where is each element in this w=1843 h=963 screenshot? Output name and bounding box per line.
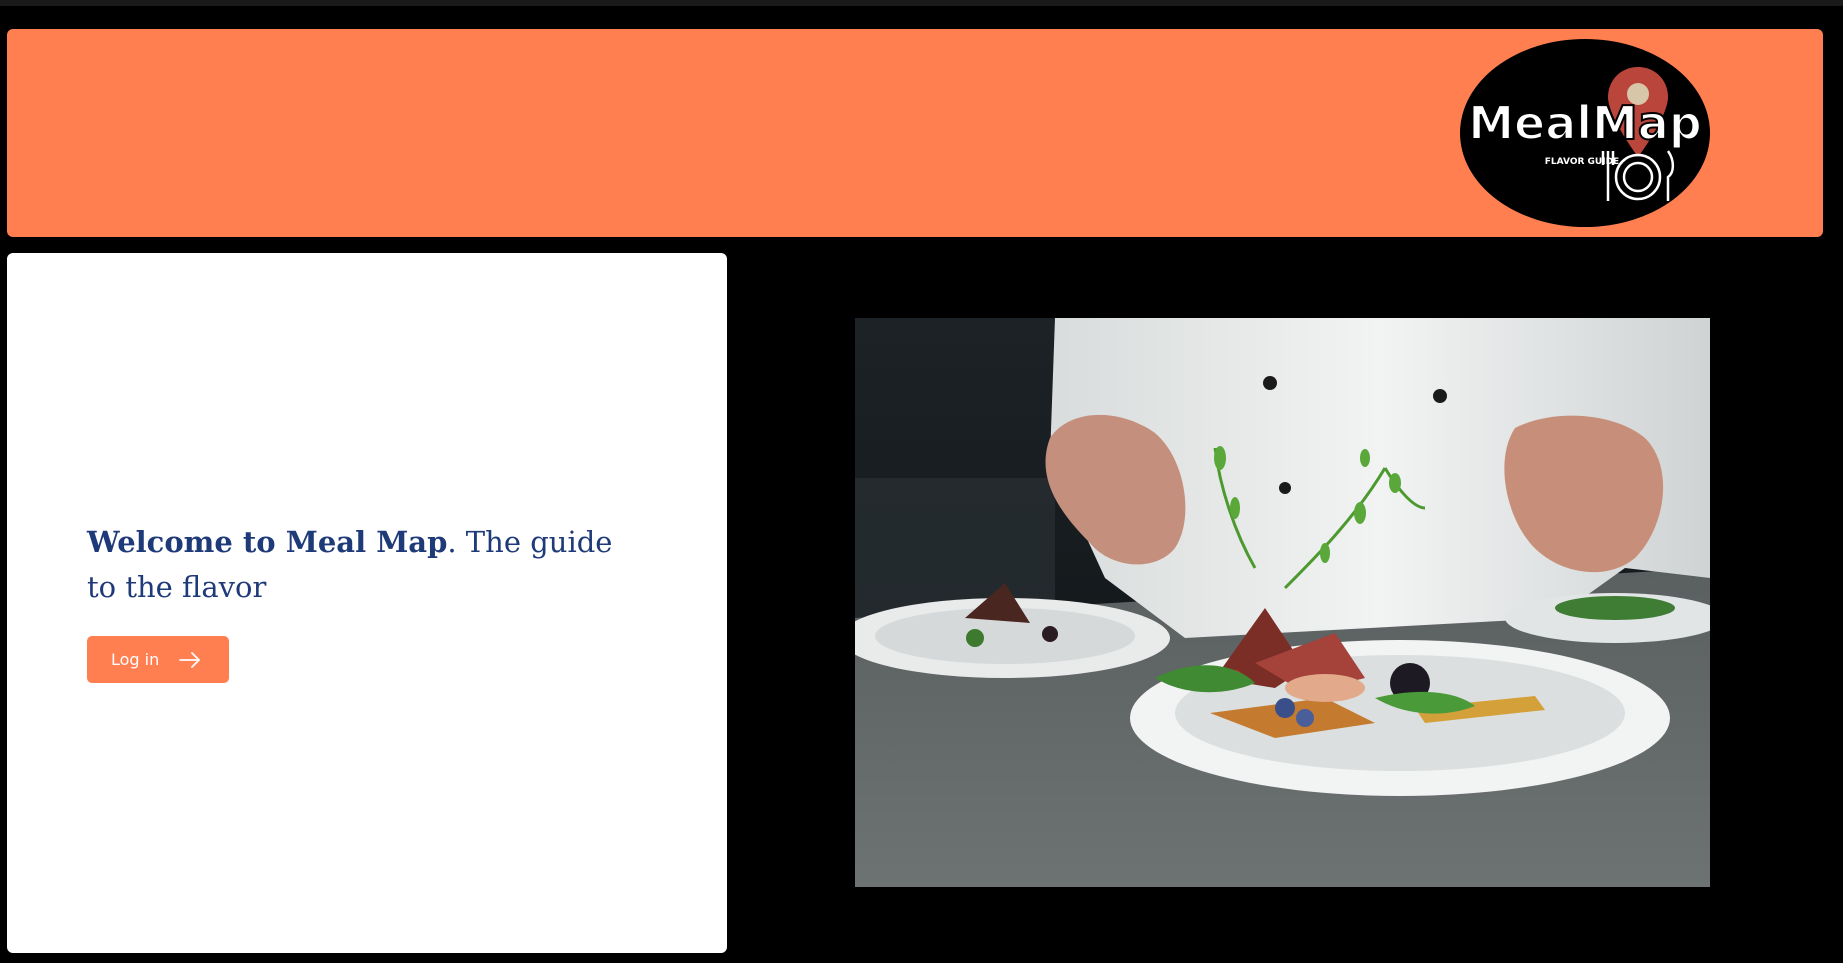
mealmap-logo[interactable]: MealMap FLAVOR GUIDE	[1460, 39, 1710, 227]
logo-wordmark: MealMap	[1468, 96, 1702, 150]
plate-utensils-icon	[1601, 150, 1675, 201]
chef-plating-photo	[855, 318, 1710, 887]
welcome-card: Welcome to Meal Map. The guide to the fl…	[7, 253, 727, 953]
photo-illustration	[855, 318, 1710, 887]
site-header: MealMap FLAVOR GUIDE	[7, 29, 1823, 237]
login-button-label: Log in	[111, 650, 160, 669]
login-button[interactable]: Log in	[87, 636, 229, 683]
window-top-strip	[0, 0, 1843, 6]
welcome-heading: Welcome to Meal Map. The guide to the fl…	[87, 520, 647, 610]
arrow-right-icon	[179, 651, 201, 668]
logo-graphic: MealMap FLAVOR GUIDE	[1467, 67, 1703, 201]
welcome-heading-strong: Welcome to Meal Map	[87, 525, 448, 559]
